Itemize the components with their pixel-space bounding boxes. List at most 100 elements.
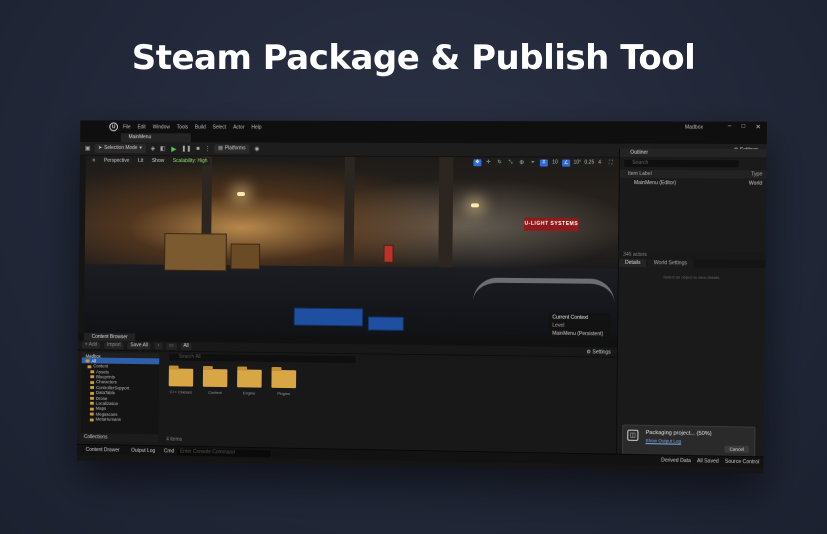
menu-actor[interactable]: Actor: [233, 124, 244, 130]
lit-button[interactable]: Lit: [135, 157, 147, 165]
menu-build[interactable]: Build: [195, 124, 206, 130]
level-viewport[interactable]: U-LIGHT SYSTEMS ≡ Perspective Lit Show S…: [83, 155, 619, 340]
add-button[interactable]: + Add: [81, 341, 101, 349]
platforms-icon: ▤: [218, 145, 223, 152]
scale-snap-value[interactable]: 0.25: [584, 159, 594, 167]
window-controls: – □ ✕: [728, 124, 761, 131]
all-saved-button[interactable]: All Saved: [697, 458, 719, 464]
perspective-button[interactable]: Perspective: [101, 157, 133, 165]
pause-icon[interactable]: ❚❚: [181, 145, 191, 152]
scale-icon[interactable]: ⤡: [506, 159, 515, 167]
menu-edit[interactable]: Edit: [137, 124, 145, 130]
details-tab-bar: Details World Settings: [618, 258, 766, 269]
asset-view: Search All C++ Classes Content Engine Plugi…: [162, 353, 612, 443]
save-icon[interactable]: ▣: [85, 145, 91, 152]
surface-snap-icon[interactable]: ⌖: [528, 159, 537, 167]
selection-mode-dropdown[interactable]: ➤ Selection Mode ▾: [94, 144, 146, 154]
more-icon[interactable]: ⋮: [205, 145, 211, 152]
viewport-transform-tools: ✥ ✛ ↻ ⤡ ◍ ⌖ # 10 ∠ 10° 0.25 4 ⛶: [473, 159, 615, 167]
path-all[interactable]: All: [180, 342, 192, 350]
folder-icon: [90, 370, 95, 374]
outliner-col-type[interactable]: Type: [751, 171, 762, 177]
grid-snap-value[interactable]: 10: [550, 159, 560, 167]
steam-tool-icon[interactable]: ◉: [254, 145, 259, 152]
platforms-dropdown[interactable]: ▤ Platforms: [214, 144, 250, 154]
close-icon[interactable]: ✕: [756, 124, 761, 131]
chevron-down-icon: ▾: [139, 145, 142, 152]
tab-world-settings[interactable]: World Settings: [647, 259, 694, 268]
scalability-button[interactable]: Scalability: High: [169, 157, 211, 165]
world-local-icon[interactable]: ◍: [517, 159, 526, 167]
platforms-label: Platforms: [224, 145, 246, 152]
play-icon[interactable]: ▶: [171, 145, 176, 153]
derived-data-button[interactable]: Derived Data: [661, 458, 691, 465]
outliner-panel: Outliner Search Item Label Type MainMenu…: [617, 148, 767, 255]
grid-snap-icon[interactable]: #: [539, 159, 548, 167]
menu-select[interactable]: Select: [213, 124, 227, 130]
outliner-search-input[interactable]: Search: [623, 159, 739, 168]
translate-icon[interactable]: ✛: [484, 159, 493, 167]
tab-outliner[interactable]: Outliner: [619, 148, 767, 158]
back-icon[interactable]: ‹: [154, 342, 163, 350]
viewport-beam: [438, 157, 454, 268]
current-context-label: Level: [552, 322, 565, 329]
folder-tile[interactable]: Engine: [237, 369, 262, 395]
save-all-button[interactable]: Save All: [127, 342, 151, 350]
folder-tile[interactable]: Plugins: [271, 369, 297, 396]
rotate-icon[interactable]: ↻: [495, 159, 504, 167]
menu-window[interactable]: Window: [153, 124, 170, 130]
cancel-button[interactable]: Cancel: [724, 445, 750, 454]
show-output-log-link[interactable]: Show Output Log: [646, 438, 682, 444]
outliner-row-label: MainMenu (Editor): [633, 180, 677, 187]
tab-content-browser[interactable]: Content Browser: [83, 332, 136, 342]
cinematics-icon[interactable]: ◧: [160, 145, 166, 152]
rotation-snap-value[interactable]: 10°: [573, 159, 582, 167]
console-input[interactable]: Enter Console Command: [177, 448, 272, 457]
viewport-crate: [230, 243, 261, 270]
import-button[interactable]: Import: [104, 341, 124, 350]
package-icon: ◫: [627, 429, 639, 441]
select-tool-icon[interactable]: ✥: [473, 159, 482, 167]
content-search-input[interactable]: Search All: [168, 353, 356, 364]
menu-tools[interactable]: Tools: [177, 124, 188, 130]
viewport-conveyor: [472, 277, 615, 304]
collections-section[interactable]: Collections: [80, 433, 159, 443]
menu-file[interactable]: File: [123, 124, 131, 130]
tree-item[interactable]: MetaHumans: [81, 416, 159, 423]
folder-icon: [202, 368, 228, 388]
tree-item-label: Drone: [95, 395, 108, 401]
maximize-icon[interactable]: □: [741, 124, 745, 131]
rotation-snap-icon[interactable]: ∠: [562, 159, 571, 167]
cmd-dropdown[interactable]: Cmd: [164, 448, 174, 454]
viewport-menu-button[interactable]: ≡: [89, 157, 99, 165]
hero-title: Steam Package & Publish Tool: [131, 38, 696, 78]
editor-window: U File Edit Window Tools Build Select Ac…: [76, 120, 767, 474]
app-name: Madbox: [684, 124, 704, 131]
folder-tile[interactable]: C++ Classes: [168, 368, 194, 394]
folder-tile[interactable]: Content: [202, 368, 228, 395]
show-button[interactable]: Show: [148, 157, 168, 165]
outliner-col-label[interactable]: Item Label: [628, 171, 652, 177]
folder-icon: [89, 407, 94, 411]
minimize-icon[interactable]: –: [728, 124, 732, 131]
source-control-button[interactable]: Source Control: [725, 459, 759, 466]
output-log-button[interactable]: Output Log: [128, 448, 158, 454]
viewport-pallet: [367, 316, 404, 331]
outliner-row[interactable]: MainMenu (Editor) World: [620, 178, 767, 189]
tab-level[interactable]: MainMenu: [120, 133, 191, 143]
folder-icon: [90, 391, 95, 395]
blueprint-icon[interactable]: ◈: [151, 145, 156, 152]
content-browser-settings-button[interactable]: ⚙ Settings: [586, 349, 610, 355]
folder-icon: [90, 375, 95, 379]
viewport-lamp: [470, 203, 479, 208]
stop-icon[interactable]: ■: [196, 146, 200, 152]
current-context-value[interactable]: MainMenu (Persistent): [552, 331, 607, 338]
camera-speed-icon[interactable]: 4: [595, 159, 604, 167]
menu-help[interactable]: Help: [251, 124, 261, 130]
current-context-popup: Current Context Level MainMenu (Persiste…: [548, 312, 612, 338]
content-drawer-button[interactable]: Content Drawer: [83, 447, 123, 454]
folder-icon: ▭: [166, 342, 177, 350]
tab-details[interactable]: Details: [618, 258, 647, 268]
maximize-viewport-icon[interactable]: ⛶: [606, 159, 615, 167]
folder-icon: [168, 368, 194, 387]
